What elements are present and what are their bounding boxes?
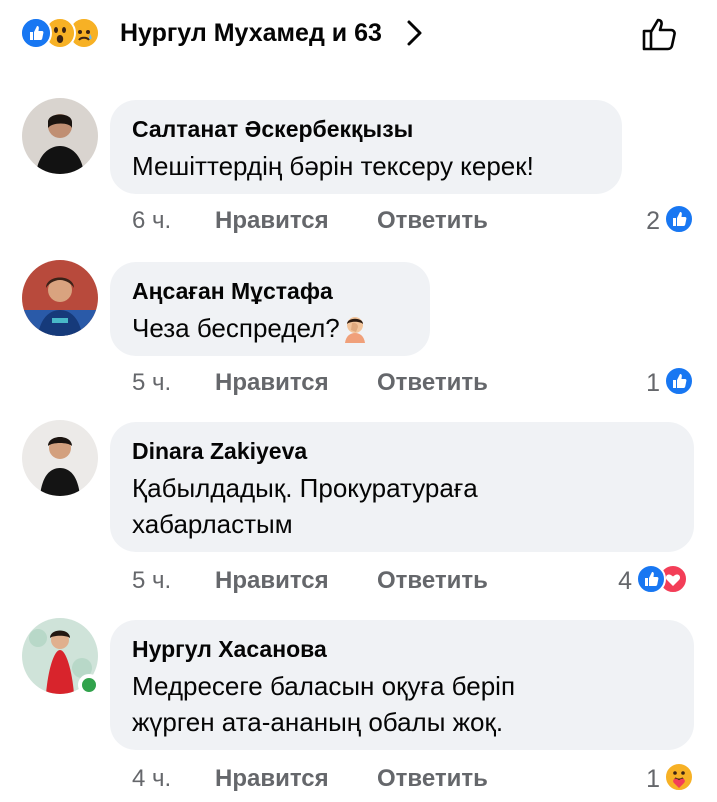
reply-action-button[interactable]: Ответить [377,764,488,794]
comment-time[interactable]: 6 ч. [132,206,171,236]
comment-reactions[interactable] [664,762,694,792]
reaction-count[interactable]: 1 [636,368,660,398]
like-icon [664,366,694,396]
comment-time[interactable]: 5 ч. [132,368,171,398]
comment-text: Мешіттердің бәрін тексеру керек! [132,151,534,181]
comment-text: Медресеге баласын оқуға беріп жүрген ата… [132,671,516,737]
like-action-button[interactable]: Нравится [215,566,329,596]
avatar[interactable] [22,260,98,336]
comment-text: Қабылдадық. Прокуратураға хабарластым [132,473,478,539]
reaction-count[interactable]: 1 [636,764,660,794]
comment-time[interactable]: 4 ч. [132,764,171,794]
comment-reactions[interactable] [664,204,694,234]
chevron-right-icon[interactable] [404,18,426,48]
like-action-button[interactable]: Нравится [215,368,329,398]
comment-time[interactable]: 5 ч. [132,566,171,596]
avatar[interactable] [22,420,98,496]
like-action-button[interactable]: Нравится [215,206,329,236]
comment-reactions[interactable] [664,366,694,396]
comment-author[interactable]: Dinara Zakiyeva [132,436,672,466]
reply-action-button[interactable]: Ответить [377,206,488,236]
reply-action-button[interactable]: Ответить [377,566,488,596]
reaction-count[interactable]: 4 [608,566,632,596]
reactions-header[interactable]: Нургул Мухамед и 63 [0,0,717,72]
comment-bubble[interactable]: Салтанат Әскербекқызы Мешіттердің бәрін … [110,100,622,194]
reactors-summary-text[interactable]: Нургул Мухамед и 63 [120,18,382,48]
reply-action-button[interactable]: Ответить [377,368,488,398]
comment-bubble[interactable]: Аңсаған Мұстафа Чеза беспредел? [110,262,430,356]
comment-reactions[interactable] [636,564,696,594]
care-icon [664,762,694,792]
like-icon [20,17,52,49]
like-action-button[interactable]: Нравится [215,764,329,794]
comment-author[interactable]: Нургул Хасанова [132,634,672,664]
like-icon [664,204,694,234]
like-button-icon[interactable] [640,14,680,54]
comment-author[interactable]: Аңсаған Мұстафа [132,276,408,306]
reaction-summary[interactable] [20,17,116,49]
like-icon [636,564,666,594]
comment-bubble[interactable]: Dinara Zakiyeva Қабылдадық. Прокуратурағ… [110,422,694,552]
online-status-indicator [78,674,100,696]
avatar[interactable] [22,98,98,174]
facepalm-icon [344,317,365,343]
comment-bubble[interactable]: Нургул Хасанова Медресеге баласын оқуға … [110,620,694,750]
comment-author[interactable]: Салтанат Әскербекқызы [132,114,600,144]
comment-text: Чеза беспредел? [132,310,408,346]
reaction-count[interactable]: 2 [636,206,660,236]
